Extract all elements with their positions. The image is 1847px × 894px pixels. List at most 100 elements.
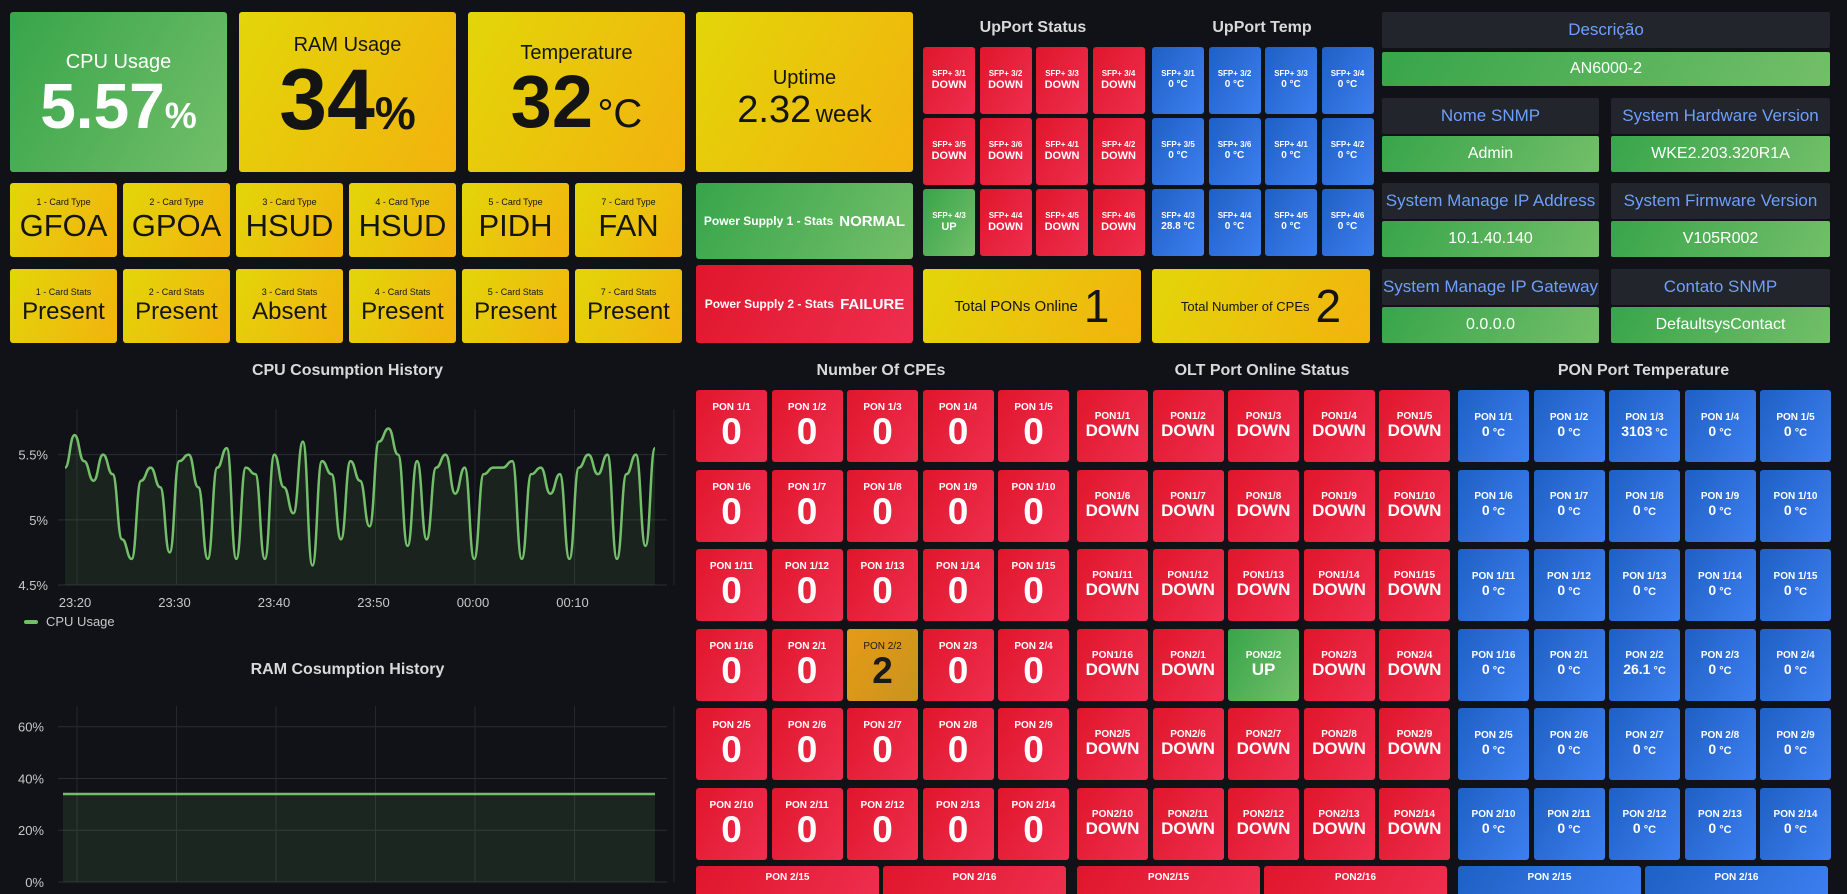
cpes-pon-1-8[interactable]: PON 1/8 0	[847, 469, 918, 542]
pon-temp-pon-2-9[interactable]: PON 2/9 0 °C	[1760, 708, 1831, 780]
olt-status-pon1-11[interactable]: PON1/11 DOWN	[1077, 549, 1148, 621]
cpu-history-legend[interactable]: CPU Usage	[24, 614, 115, 629]
upport-status-sfp-3-3[interactable]: SFP+ 3/3 DOWN	[1036, 47, 1088, 114]
cpes-pon-1-3[interactable]: PON 1/3 0	[847, 390, 918, 462]
pon-temp-pon-1-8[interactable]: PON 1/8 0 °C	[1609, 469, 1680, 542]
cpes-pon-1-12[interactable]: PON 1/12 0	[771, 549, 843, 621]
ram-usage-stat[interactable]: RAM Usage 34%	[239, 12, 456, 172]
olt-status-pon2-6[interactable]: PON2/6 DOWN	[1152, 708, 1224, 780]
pon-temp-pon-1-12[interactable]: PON 1/12 0 °C	[1533, 549, 1605, 621]
pon-temp-pon-1-14[interactable]: PON 1/14 0 °C	[1684, 549, 1756, 621]
olt-status-pon1-14[interactable]: PON1/14 DOWN	[1303, 549, 1375, 621]
cpes-pon-2-7[interactable]: PON 2/7 0	[847, 708, 918, 780]
olt-status-pon1-12[interactable]: PON1/12 DOWN	[1152, 549, 1224, 621]
mgmt-ip-value[interactable]: 10.1.40.140	[1382, 221, 1599, 257]
card-stats-1[interactable]: 1 - Card Stats Present	[10, 269, 117, 343]
cpes-pon-2-3[interactable]: PON 2/3 0	[922, 628, 994, 701]
cpes-pon-1-14[interactable]: PON 1/14 0	[922, 549, 994, 621]
olt-status-pon2-4[interactable]: PON2/4 DOWN	[1379, 628, 1450, 701]
cpes-pon-1-13[interactable]: PON 1/13 0	[847, 549, 918, 621]
descricao-value[interactable]: AN6000-2	[1382, 52, 1830, 86]
upport-temp-sfp-3-3[interactable]: SFP+ 3/3 0 °C	[1265, 47, 1317, 114]
cpu-usage-stat[interactable]: CPU Usage 5.57%	[10, 12, 227, 172]
pon-temp-pon-2-15[interactable]: PON 2/15	[1458, 866, 1641, 894]
pon-temp-pon-1-11[interactable]: PON 1/11 0 °C	[1458, 549, 1529, 621]
pon-temp-pon-2-12[interactable]: PON 2/12 0 °C	[1609, 787, 1680, 860]
pon-temp-pon-2-7[interactable]: PON 2/7 0 °C	[1609, 708, 1680, 780]
cpes-pon-2-13[interactable]: PON 2/13 0	[922, 787, 994, 860]
pon-temp-pon-1-2[interactable]: PON 1/2 0 °C	[1533, 390, 1605, 462]
card-type-6[interactable]: 7 - Card Type FAN	[575, 183, 682, 257]
pon-temp-pon-1-13[interactable]: PON 1/13 0 °C	[1609, 549, 1680, 621]
total-cpes[interactable]: Total Number of CPEs 2	[1152, 269, 1370, 343]
fw-version-value[interactable]: V105R002	[1611, 221, 1830, 257]
card-stats-6[interactable]: 7 - Card Stats Present	[575, 269, 682, 343]
cpes-pon-2-6[interactable]: PON 2/6 0	[771, 708, 843, 780]
pon-temp-pon-2-6[interactable]: PON 2/6 0 °C	[1533, 708, 1605, 780]
upport-status-sfp-4-4[interactable]: SFP+ 4/4 DOWN	[979, 189, 1032, 256]
cpes-pon-1-6[interactable]: PON 1/6 0	[696, 469, 767, 542]
cpes-pon-1-5[interactable]: PON 1/5 0	[998, 390, 1069, 462]
pon-temp-pon-2-16[interactable]: PON 2/16	[1645, 866, 1828, 894]
olt-status-pon2-13[interactable]: PON2/13 DOWN	[1303, 787, 1375, 860]
cpes-pon-2-1[interactable]: PON 2/1 0	[771, 628, 843, 701]
card-stats-2[interactable]: 2 - Card Stats Present	[123, 269, 230, 343]
temperature-stat[interactable]: Temperature 32 °C	[468, 12, 685, 172]
olt-status-pon1-6[interactable]: PON1/6 DOWN	[1077, 469, 1148, 542]
pon-temp-pon-2-3[interactable]: PON 2/3 0 °C	[1684, 628, 1756, 701]
cpes-pon-1-15[interactable]: PON 1/15 0	[998, 549, 1069, 621]
upport-status-sfp-3-1[interactable]: SFP+ 3/1 DOWN	[923, 47, 975, 114]
card-stats-3[interactable]: 3 - Card Stats Absent	[236, 269, 343, 343]
cpes-pon-2-10[interactable]: PON 2/10 0	[696, 787, 767, 860]
pon-temp-pon-2-10[interactable]: PON 2/10 0 °C	[1458, 787, 1529, 860]
pon-temp-pon-1-16[interactable]: PON 1/16 0 °C	[1458, 628, 1529, 701]
card-type-4[interactable]: 4 - Card Type HSUD	[349, 183, 456, 257]
cpes-pon-1-1[interactable]: PON 1/1 0	[696, 390, 767, 462]
olt-status-pon2-10[interactable]: PON2/10 DOWN	[1077, 787, 1148, 860]
pon-temp-pon-2-1[interactable]: PON 2/1 0 °C	[1533, 628, 1605, 701]
upport-temp-sfp-4-1[interactable]: SFP+ 4/1 0 °C	[1265, 118, 1317, 185]
nome-snmp-value[interactable]: Admin	[1382, 136, 1599, 172]
olt-status-pon1-15[interactable]: PON1/15 DOWN	[1379, 549, 1450, 621]
pon-temp-pon-2-4[interactable]: PON 2/4 0 °C	[1760, 628, 1831, 701]
olt-status-pon1-9[interactable]: PON1/9 DOWN	[1303, 469, 1375, 542]
ram-history-chart[interactable]: 60% 40% 20% 0%	[0, 692, 695, 894]
upport-temp-sfp-3-2[interactable]: SFP+ 3/2 0 °C	[1208, 47, 1261, 114]
olt-status-pon2-11[interactable]: PON2/11 DOWN	[1152, 787, 1224, 860]
olt-status-pon2-7[interactable]: PON2/7 DOWN	[1228, 708, 1299, 780]
upport-temp-sfp-3-1[interactable]: SFP+ 3/1 0 °C	[1152, 47, 1204, 114]
cpes-pon-1-11[interactable]: PON 1/11 0	[696, 549, 767, 621]
pon-temp-pon-2-13[interactable]: PON 2/13 0 °C	[1684, 787, 1756, 860]
olt-status-pon1-8[interactable]: PON1/8 DOWN	[1228, 469, 1299, 542]
olt-status-pon2-3[interactable]: PON2/3 DOWN	[1303, 628, 1375, 701]
hw-version-value[interactable]: WKE2.203.320R1A	[1611, 136, 1830, 172]
upport-status-sfp-4-5[interactable]: SFP+ 4/5 DOWN	[1036, 189, 1088, 256]
olt-status-pon1-7[interactable]: PON1/7 DOWN	[1152, 469, 1224, 542]
cpes-pon-2-16[interactable]: PON 2/16	[883, 866, 1066, 894]
olt-status-pon2-8[interactable]: PON2/8 DOWN	[1303, 708, 1375, 780]
olt-status-pon2-14[interactable]: PON2/14 DOWN	[1379, 787, 1450, 860]
olt-status-pon2-2[interactable]: PON2/2 UP	[1228, 628, 1299, 701]
card-stats-4[interactable]: 4 - Card Stats Present	[349, 269, 456, 343]
upport-status-sfp-4-3[interactable]: SFP+ 4/3 UP	[923, 189, 975, 256]
upport-status-sfp-3-2[interactable]: SFP+ 3/2 DOWN	[979, 47, 1032, 114]
olt-status-pon1-2[interactable]: PON1/2 DOWN	[1152, 390, 1224, 462]
pon-temp-pon-1-5[interactable]: PON 1/5 0 °C	[1760, 390, 1831, 462]
cpes-pon-2-15[interactable]: PON 2/15	[696, 866, 879, 894]
pon-temp-pon-2-5[interactable]: PON 2/5 0 °C	[1458, 708, 1529, 780]
uptime-stat[interactable]: Uptime 2.32 week	[696, 12, 913, 172]
upport-status-sfp-3-4[interactable]: SFP+ 3/4 DOWN	[1092, 47, 1145, 114]
olt-status-pon1-4[interactable]: PON1/4 DOWN	[1303, 390, 1375, 462]
cpes-pon-1-10[interactable]: PON 1/10 0	[998, 469, 1069, 542]
upport-temp-sfp-4-2[interactable]: SFP+ 4/2 0 °C	[1321, 118, 1374, 185]
pon-temp-pon-2-8[interactable]: PON 2/8 0 °C	[1684, 708, 1756, 780]
upport-temp-sfp-4-4[interactable]: SFP+ 4/4 0 °C	[1208, 189, 1261, 256]
olt-status-pon1-16[interactable]: PON1/16 DOWN	[1077, 628, 1148, 701]
upport-temp-sfp-3-6[interactable]: SFP+ 3/6 0 °C	[1208, 118, 1261, 185]
cpes-pon-1-7[interactable]: PON 1/7 0	[771, 469, 843, 542]
cpes-pon-1-16[interactable]: PON 1/16 0	[696, 628, 767, 701]
upport-status-sfp-3-6[interactable]: SFP+ 3/6 DOWN	[979, 118, 1032, 185]
pon-temp-pon-1-1[interactable]: PON 1/1 0 °C	[1458, 390, 1529, 462]
pon-temp-pon-2-2[interactable]: PON 2/2 26.1 °C	[1609, 628, 1680, 701]
card-type-2[interactable]: 2 - Card Type GPOA	[123, 183, 230, 257]
